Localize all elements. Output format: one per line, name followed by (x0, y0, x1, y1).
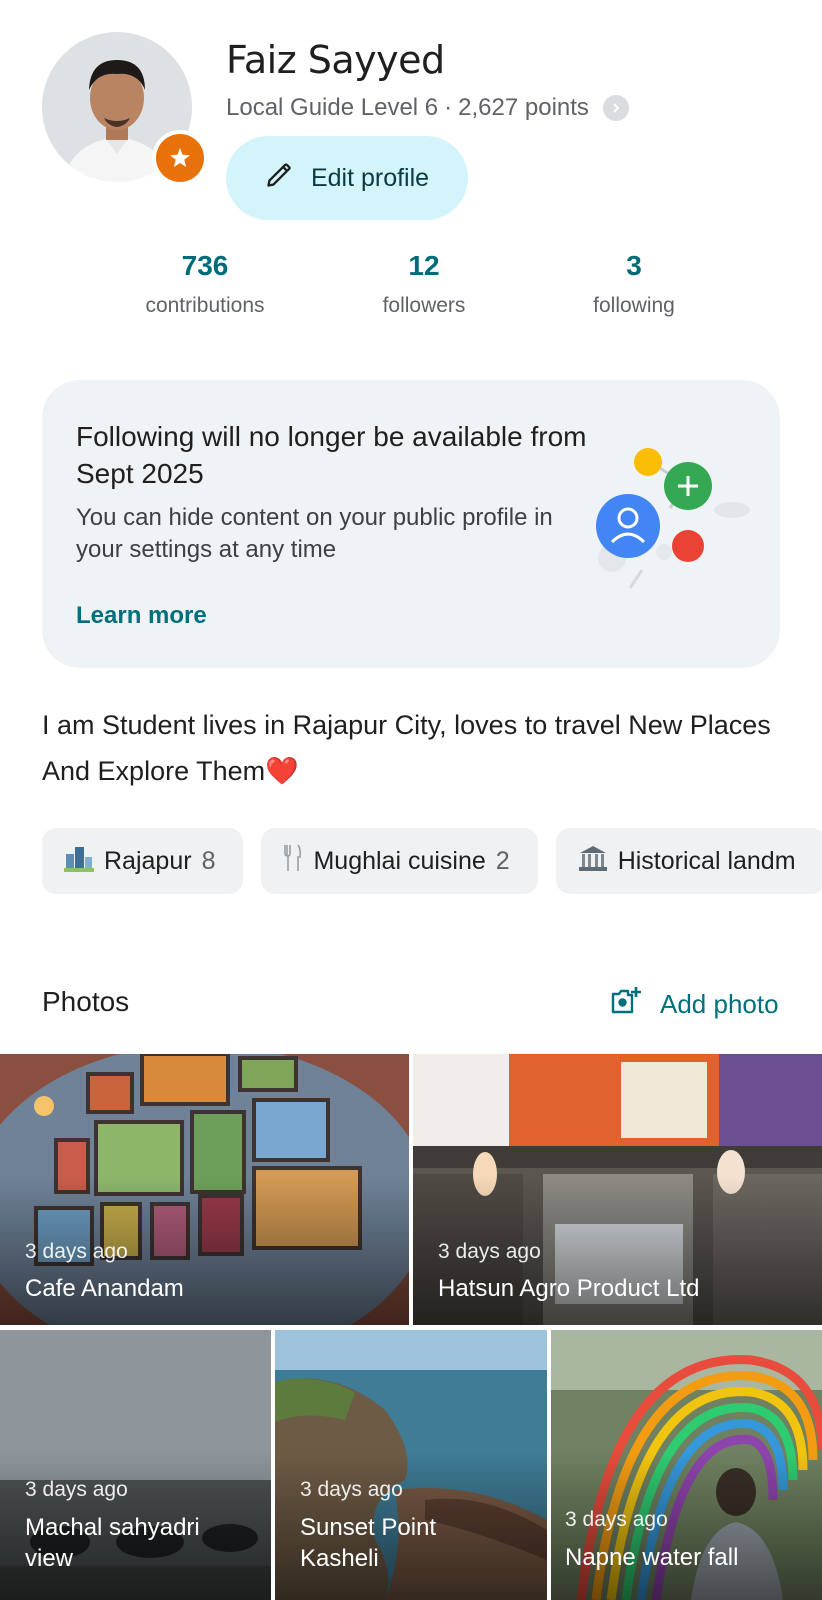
people-network-illustration-icon (582, 440, 762, 600)
chip-count: 8 (201, 846, 216, 875)
chip-rajapur[interactable]: Rajapur 8 (42, 828, 244, 894)
photo-time: 3 days ago (565, 1508, 668, 1531)
stat-label: contributions (145, 294, 265, 317)
photo-place-line1: Machal sahyadri (25, 1514, 200, 1541)
photo-tile-napne-water-fall[interactable]: 3 days ago Napne water fall (551, 1330, 822, 1600)
photo-tile-sunset-point[interactable]: 3 days ago Sunset Point Kasheli (275, 1330, 547, 1600)
stat-value: 3 (626, 250, 642, 281)
chevron-right-icon[interactable] (602, 95, 629, 121)
photo-time: 3 days ago (438, 1240, 541, 1263)
chip-label: Mughlai cuisine (313, 846, 486, 875)
city-icon (64, 844, 94, 879)
profile-name: Faiz Sayyed (226, 38, 445, 82)
add-photo-label: Add photo (660, 989, 779, 1019)
photo-place-line2: Kasheli (300, 1545, 379, 1572)
following-notice-card: Following will no longer be available fr… (42, 380, 780, 668)
stat-label: followers (382, 294, 466, 317)
chip-count: 2 (495, 846, 510, 875)
photo-time: 3 days ago (300, 1478, 403, 1501)
photo-time: 3 days ago (25, 1478, 128, 1501)
photo-time: 3 days ago (25, 1240, 128, 1263)
topic-chips-row: Rajapur 8 Mughlai cuisine 2 Historical l… (42, 828, 822, 894)
learn-more-link[interactable]: Learn more (76, 602, 207, 630)
photo-place-line1: Sunset Point (300, 1514, 437, 1541)
profile-bio: I am Student lives in Rajapur City, love… (42, 710, 771, 786)
photo-tile-machal-sahyadri[interactable]: 3 days ago Machal sahyadri view (0, 1330, 271, 1600)
stat-following[interactable]: 3 following (544, 250, 724, 318)
photos-section-title: Photos (42, 986, 130, 1017)
pencil-icon (265, 161, 293, 196)
points-text: 2,627 points (458, 94, 589, 121)
profile-avatar[interactable] (42, 32, 208, 186)
photo-place: Napne water fall (565, 1544, 739, 1571)
edit-profile-button[interactable]: Edit profile (226, 136, 468, 220)
photo-tile-hatsun-agro[interactable]: 3 days ago Hatsun Agro Product Ltd (413, 1054, 822, 1325)
photo-tile-cafe-anandam[interactable]: 3 days ago Cafe Anandam (0, 1054, 409, 1325)
stat-contributions[interactable]: 736 contributions (115, 250, 295, 318)
chip-label: Rajapur (104, 846, 192, 875)
fork-knife-icon (283, 843, 303, 880)
chip-mughlai-cuisine[interactable]: Mughlai cuisine 2 (261, 828, 538, 894)
add-photo-camera-icon (610, 986, 642, 1023)
photo-place: Hatsun Agro Product Ltd (438, 1275, 700, 1302)
photo-place: Cafe Anandam (25, 1275, 184, 1302)
local-guide-badge (152, 130, 208, 186)
chip-label: Historical landm (617, 846, 796, 875)
chip-historical-landmarks[interactable]: Historical landm (555, 828, 822, 894)
museum-icon (578, 844, 608, 879)
star-icon (156, 134, 204, 182)
stat-value: 736 (181, 250, 229, 281)
notice-body: You can hide content on your public prof… (76, 504, 553, 563)
level-text: Local Guide Level 6 (226, 94, 439, 121)
local-guide-level-row[interactable]: Local Guide Level 6 · 2,627 points (226, 94, 629, 122)
add-photo-button[interactable]: Add photo (610, 986, 779, 1023)
notice-title: Following will no longer be available fr… (76, 421, 587, 489)
stat-followers[interactable]: 12 followers (334, 250, 514, 318)
stat-label: following (593, 294, 675, 317)
edit-profile-label: Edit profile (310, 163, 430, 192)
photo-place-line2: view (25, 1545, 74, 1572)
stat-value: 12 (408, 250, 440, 281)
level-separator: · (444, 94, 453, 121)
